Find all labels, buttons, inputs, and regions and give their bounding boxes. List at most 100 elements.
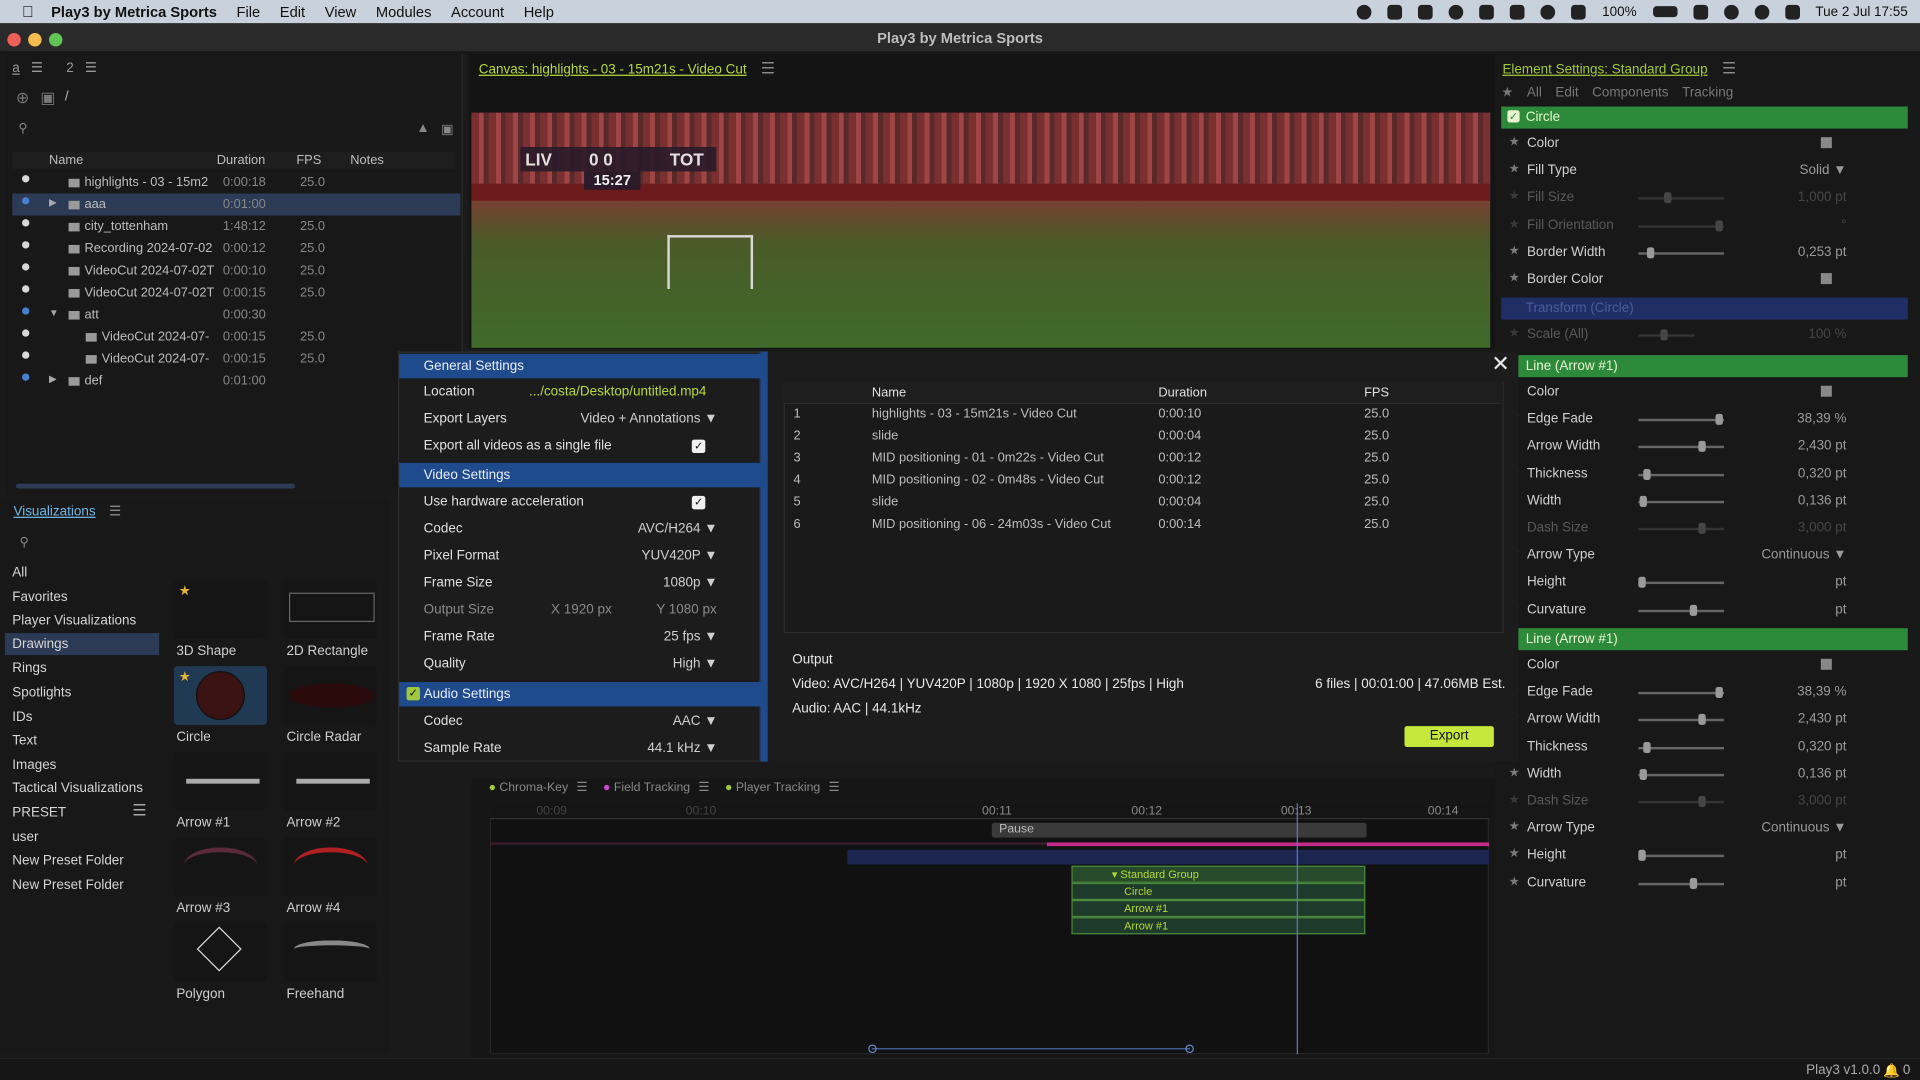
setting-single-file[interactable]: Export all videos as a single file ✓ bbox=[424, 433, 742, 460]
color-swatch[interactable] bbox=[1820, 385, 1832, 397]
star-icon[interactable]: ★ bbox=[1509, 136, 1520, 149]
setting-codec[interactable]: Codec AVC/H264 ▼ bbox=[424, 517, 742, 544]
star-icon[interactable]: ★ bbox=[179, 669, 191, 685]
list-icon[interactable]: ☰ bbox=[109, 504, 121, 519]
star-icon[interactable]: ★ bbox=[1509, 793, 1520, 806]
app-icon[interactable] bbox=[1510, 4, 1526, 19]
property-value[interactable]: pt bbox=[1835, 602, 1846, 617]
audio-codec-dropdown[interactable]: AAC ▼ bbox=[673, 714, 718, 729]
list-item[interactable]: VideoCut 2024-07- 0:00:15 25.0 bbox=[12, 348, 460, 370]
tab-tracking[interactable]: Tracking bbox=[1682, 86, 1733, 101]
bluetooth-icon[interactable] bbox=[1571, 4, 1587, 19]
visualization-tile[interactable] bbox=[284, 923, 378, 983]
control-center-icon[interactable] bbox=[1784, 4, 1800, 19]
menu-help[interactable]: Help bbox=[524, 3, 554, 20]
property-value[interactable]: pt bbox=[1835, 575, 1846, 590]
property-value[interactable]: 2,430 pt bbox=[1798, 439, 1847, 454]
visualization-tile[interactable] bbox=[284, 580, 378, 640]
clip-standard-group[interactable]: ▾ Standard Group bbox=[1071, 865, 1366, 883]
location-value[interactable]: .../costa/Desktop/untitled.mp4 bbox=[529, 384, 706, 399]
property-value[interactable]: 0,253 pt bbox=[1798, 245, 1847, 260]
property-slider[interactable] bbox=[1638, 850, 1725, 862]
setting-frame-rate[interactable]: Frame Rate 25 fps ▼ bbox=[424, 624, 742, 651]
visualization-tile[interactable]: ★ bbox=[173, 666, 267, 725]
setting-frame-size[interactable]: Frame Size 1080p ▼ bbox=[424, 571, 742, 598]
star-icon[interactable]: ★ bbox=[1509, 875, 1520, 888]
menu-view[interactable]: View bbox=[325, 3, 357, 20]
visualization-tile[interactable] bbox=[284, 837, 378, 897]
list-item[interactable]: VideoCut 2024-07-02T 0:00:10 25.0 bbox=[12, 260, 460, 282]
property-slider[interactable] bbox=[1638, 414, 1725, 426]
apple-icon[interactable]:  bbox=[22, 2, 34, 20]
checkbox-circle[interactable]: ✓ bbox=[1507, 110, 1520, 123]
group-transform[interactable]: Transform (Circle) bbox=[1501, 297, 1908, 320]
menu-app-name[interactable]: Play3 by Metrica Sports bbox=[51, 3, 217, 20]
setting-sample-rate[interactable]: Sample Rate 44.1 kHz ▼ bbox=[424, 736, 742, 763]
col-fps[interactable]: FPS bbox=[1364, 386, 1389, 401]
tab-2[interactable]: 2 bbox=[66, 61, 74, 76]
property-slider[interactable] bbox=[1638, 741, 1725, 753]
property-slider[interactable] bbox=[1638, 877, 1725, 889]
hw-accel-checkbox[interactable]: ✓ bbox=[691, 495, 706, 510]
single-file-checkbox[interactable]: ✓ bbox=[691, 439, 706, 454]
property-value[interactable]: 3,000 pt bbox=[1798, 793, 1847, 808]
property-value[interactable]: 2,430 pt bbox=[1798, 712, 1847, 727]
visualization-tile[interactable] bbox=[173, 837, 267, 897]
property-value[interactable]: Continuous ▼ bbox=[1761, 821, 1846, 836]
category-item[interactable]: Tactical Visualizations bbox=[12, 782, 143, 797]
breadcrumb-path[interactable]: / bbox=[65, 89, 69, 104]
property-value[interactable]: 38,39 % bbox=[1797, 412, 1846, 427]
property-value[interactable]: 38,39 % bbox=[1797, 685, 1846, 700]
property-slider[interactable] bbox=[1638, 687, 1725, 699]
category-item[interactable]: IDs bbox=[12, 710, 32, 725]
property-slider[interactable] bbox=[1638, 714, 1725, 726]
property-slider[interactable] bbox=[1638, 219, 1725, 231]
property-value[interactable]: 0,136 pt bbox=[1798, 766, 1847, 781]
visualization-tile[interactable]: ★ bbox=[173, 580, 267, 640]
search-icon[interactable]: ⚲ bbox=[18, 122, 27, 135]
star-icon[interactable]: ★ bbox=[1509, 272, 1520, 285]
star-icon[interactable]: ★ bbox=[1509, 821, 1520, 834]
quality-dropdown[interactable]: High ▼ bbox=[673, 656, 718, 671]
list-item[interactable]: ▶ aaa 0:01:00 bbox=[12, 193, 461, 216]
star-icon[interactable]: ★ bbox=[1509, 766, 1520, 779]
zoom-handle-left[interactable] bbox=[868, 1044, 877, 1054]
slider-knob[interactable] bbox=[1638, 850, 1646, 862]
color-swatch[interactable] bbox=[1820, 137, 1832, 149]
list-icon[interactable]: ☰ bbox=[85, 61, 97, 76]
star-icon[interactable]: ★ bbox=[1509, 190, 1520, 203]
slider-knob[interactable] bbox=[1715, 414, 1723, 426]
tab-edit[interactable]: Edit bbox=[1555, 86, 1578, 101]
sample-rate-dropdown[interactable]: 44.1 kHz ▼ bbox=[647, 741, 717, 756]
list-icon[interactable]: ☰ bbox=[698, 781, 709, 794]
tab-a[interactable]: a bbox=[12, 61, 20, 76]
setting-pixel-format[interactable]: Pixel Format YUV420P ▼ bbox=[424, 544, 742, 571]
section-audio[interactable]: ✓ Audio Settings bbox=[399, 682, 762, 707]
category-item[interactable]: All bbox=[12, 566, 27, 581]
star-icon[interactable]: ★ bbox=[1509, 848, 1520, 861]
slider-knob[interactable] bbox=[1646, 247, 1655, 259]
category-item[interactable]: Images bbox=[12, 758, 56, 773]
property-slider[interactable] bbox=[1638, 495, 1725, 507]
frame-rate-dropdown[interactable]: 25 fps ▼ bbox=[664, 629, 718, 644]
slider-knob[interactable] bbox=[1640, 495, 1648, 507]
list-item[interactable]: city_tottenham 1:48:12 25.0 bbox=[12, 216, 460, 238]
slider-knob[interactable] bbox=[1638, 577, 1646, 589]
menu-account[interactable]: Account bbox=[451, 3, 504, 20]
property-slider[interactable] bbox=[1638, 468, 1725, 480]
property-slider[interactable] bbox=[1638, 577, 1725, 589]
pause-marker[interactable]: Pause bbox=[991, 822, 1367, 838]
property-slider[interactable] bbox=[1638, 768, 1725, 780]
category-item[interactable]: Rings bbox=[12, 662, 46, 677]
clip-arrow-1[interactable]: Arrow #1 bbox=[1071, 900, 1366, 918]
list-item[interactable]: VideoCut 2024-07-02T 0:00:15 25.0 bbox=[12, 282, 460, 304]
property-value[interactable]: 1,000 pt bbox=[1798, 190, 1847, 205]
list-item[interactable]: Recording 2024-07-02 0:00:12 25.0 bbox=[12, 238, 460, 260]
property-value[interactable]: ° bbox=[1841, 217, 1846, 232]
close-icon[interactable]: ✕ bbox=[1491, 351, 1509, 377]
property-slider[interactable] bbox=[1638, 604, 1725, 616]
record-icon[interactable] bbox=[1357, 4, 1372, 19]
star-icon[interactable]: ★ bbox=[1509, 327, 1520, 340]
col-name[interactable]: Name bbox=[49, 153, 83, 168]
chevron-right-icon[interactable]: ▶ bbox=[49, 197, 57, 208]
